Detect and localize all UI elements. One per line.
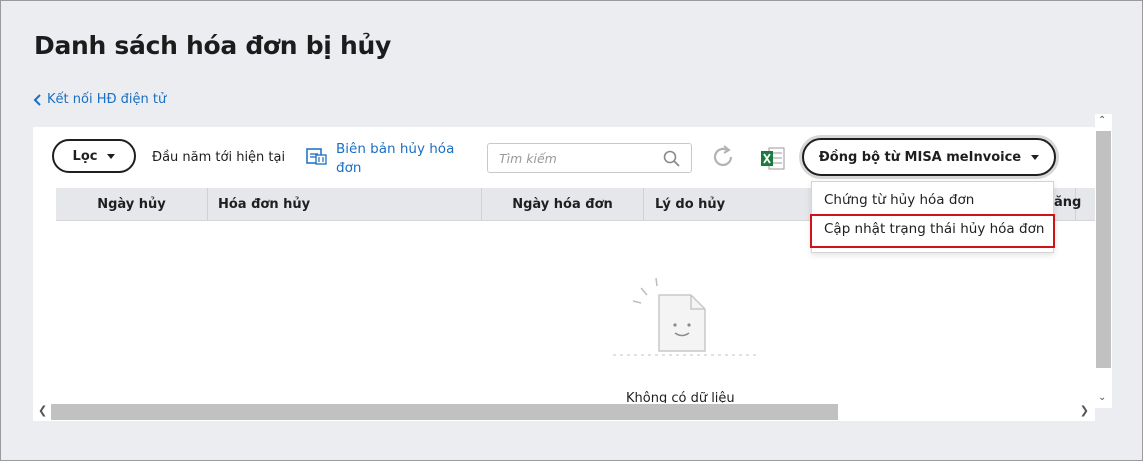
scroll-right-arrow[interactable]: ❯ bbox=[1080, 404, 1089, 417]
vertical-scrollbar[interactable]: ⌃ ⌄ bbox=[1095, 114, 1112, 408]
sync-meinvoice-button[interactable]: Đồng bộ từ MISA meInvoice bbox=[802, 138, 1056, 176]
document-cancel-icon bbox=[306, 148, 327, 165]
filter-button-label: Lọc bbox=[72, 148, 98, 164]
horizontal-scrollbar[interactable]: ❮ ❯ bbox=[33, 403, 1095, 421]
caret-down-icon bbox=[1031, 154, 1040, 160]
empty-document-icon bbox=[613, 277, 757, 356]
sync-dropdown-menu: Chứng từ hủy hóa đơn Cập nhật trạng thái… bbox=[810, 181, 1055, 253]
column-header-truncated: ăng bbox=[1054, 195, 1082, 210]
column-header-cancelled-invoice[interactable]: Hóa đơn hủy bbox=[208, 188, 482, 220]
invoice-list-panel: Lọc Đầu năm tới hiện tại Biên bản hủy hó… bbox=[33, 127, 1095, 421]
search-box bbox=[487, 143, 692, 173]
scroll-up-arrow[interactable]: ⌃ bbox=[1098, 115, 1106, 126]
scroll-left-arrow[interactable]: ❮ bbox=[38, 404, 47, 417]
back-link-label: Kết nối HĐ điện tử bbox=[47, 92, 167, 107]
search-input[interactable] bbox=[488, 144, 658, 172]
back-link-einvoice-connection[interactable]: Kết nối HĐ điện tử bbox=[33, 92, 166, 107]
column-header-invoice-date[interactable]: Ngày hóa đơn bbox=[482, 188, 644, 220]
filter-button[interactable]: Lọc bbox=[52, 139, 136, 173]
sync-button-label: Đồng bộ từ MISA meInvoice bbox=[818, 149, 1022, 165]
page-title: Danh sách hóa đơn bị hủy bbox=[34, 31, 391, 60]
refresh-icon[interactable] bbox=[710, 144, 736, 170]
search-icon[interactable] bbox=[663, 150, 680, 167]
menu-item-cancellation-voucher[interactable]: Chứng từ hủy hóa đơn bbox=[824, 192, 974, 208]
excel-icon[interactable] bbox=[760, 147, 785, 170]
column-header-cancel-date[interactable]: Ngày hủy bbox=[56, 188, 208, 220]
horizontal-scroll-thumb[interactable] bbox=[51, 404, 838, 420]
cancellation-report-link[interactable]: Biên bản hủy hóa đơn bbox=[306, 140, 468, 178]
vertical-scroll-thumb[interactable] bbox=[1096, 131, 1111, 368]
period-label: Đầu năm tới hiện tại bbox=[152, 150, 286, 165]
chevron-left-icon bbox=[33, 93, 41, 106]
cancellation-report-label: Biên bản hủy hóa đơn bbox=[336, 141, 455, 176]
scroll-down-arrow[interactable]: ⌄ bbox=[1098, 392, 1106, 403]
menu-item-update-cancel-status[interactable]: Cập nhật trạng thái hủy hóa đơn bbox=[824, 221, 1044, 237]
caret-down-icon bbox=[107, 153, 116, 159]
